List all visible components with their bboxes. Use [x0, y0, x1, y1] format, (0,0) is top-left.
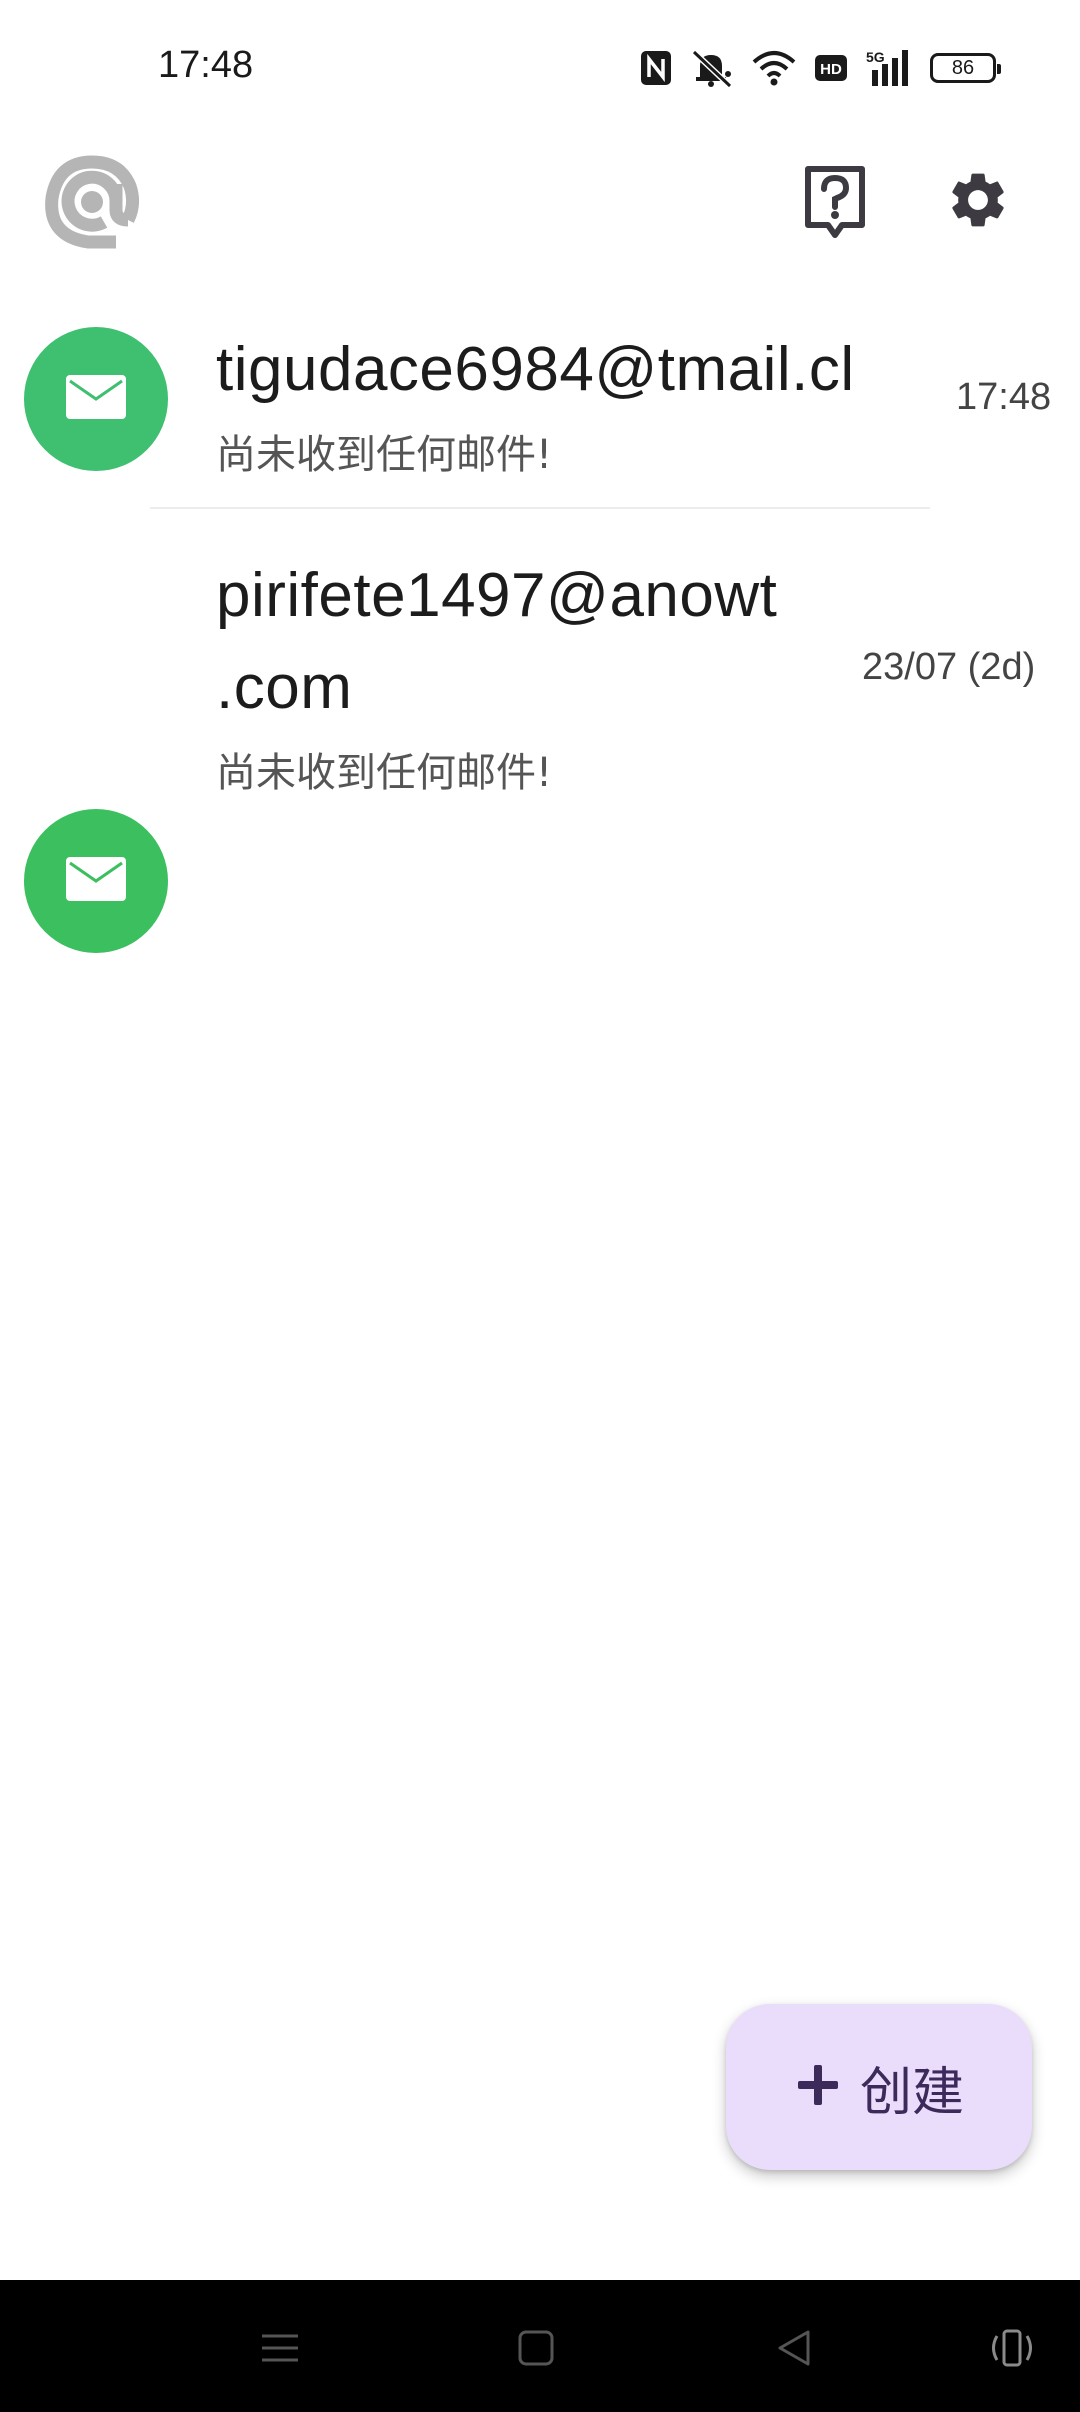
battery-icon: 86: [930, 53, 1001, 83]
rotate-button[interactable]: [982, 2320, 1042, 2380]
email-timestamp: 23/07 (2d): [862, 646, 1036, 688]
signal-5g-icon: 5G: [866, 48, 912, 88]
battery-level: 86: [951, 56, 975, 79]
list-divider: [150, 507, 930, 509]
back-button[interactable]: [764, 2320, 824, 2380]
email-address: pirifete1497@anowt: [216, 561, 778, 630]
inbox-avatar: [24, 327, 168, 471]
create-button[interactable]: 创建: [726, 2004, 1032, 2170]
status-bar: 17:48 HD 5G 86: [0, 0, 1080, 140]
hd-icon: HD: [814, 53, 848, 83]
help-button[interactable]: [800, 164, 870, 244]
nfc-icon: [640, 50, 672, 86]
at-sign-icon: [44, 154, 140, 250]
system-nav-bar: [0, 2280, 1080, 2412]
recents-button[interactable]: [250, 2320, 310, 2380]
email-preview: 尚未收到任何邮件!: [216, 750, 553, 796]
status-time: 17:48: [158, 44, 254, 86]
home-icon: [516, 2328, 556, 2373]
rotate-icon: [987, 2328, 1037, 2373]
mail-icon: [64, 855, 128, 908]
create-button-label: 创建: [859, 2062, 964, 2123]
app-bar: [0, 140, 1080, 270]
screen: 17:48 HD 5G 86 tigudace6984@tmail.cl 尚未收…: [0, 0, 1080, 2412]
mail-icon: [64, 373, 128, 426]
plus-icon: [794, 2061, 842, 2114]
email-address-continued: .com: [216, 653, 353, 722]
email-address: tigudace6984@tmail.cl: [216, 335, 855, 404]
svg-text:HD: HD: [820, 61, 842, 78]
inbox-list-item[interactable]: tigudace6984@tmail.cl 尚未收到任何邮件! 17:48: [0, 300, 1080, 510]
svg-text:5G: 5G: [866, 49, 885, 65]
email-timestamp: 17:48: [956, 376, 1052, 418]
home-button[interactable]: [506, 2320, 566, 2380]
status-icons: HD 5G 86: [640, 46, 1001, 90]
back-icon: [774, 2328, 814, 2373]
help-icon: [804, 165, 866, 244]
settings-button[interactable]: [940, 164, 1016, 240]
mute-icon: [690, 48, 734, 88]
email-preview: 尚未收到任何邮件!: [216, 432, 553, 478]
gear-icon: [945, 167, 1011, 238]
menu-icon: [260, 2328, 300, 2373]
wifi-icon: [752, 50, 796, 86]
inbox-avatar: [24, 809, 168, 953]
